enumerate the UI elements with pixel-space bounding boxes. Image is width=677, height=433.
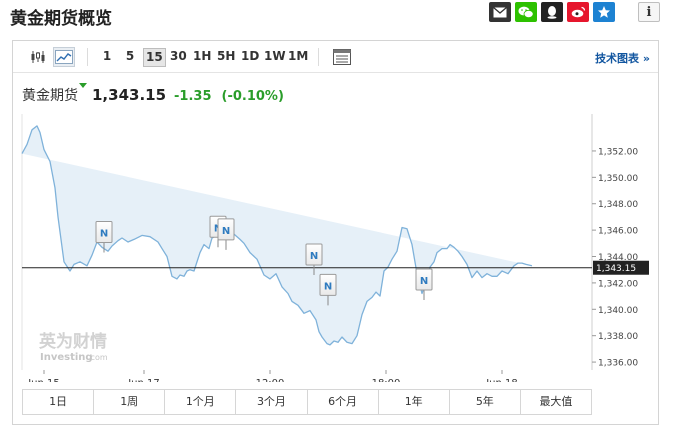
mail-icon[interactable] bbox=[489, 2, 511, 22]
range-6m[interactable]: 6个月 bbox=[307, 390, 379, 414]
range-3m[interactable]: 3个月 bbox=[236, 390, 308, 414]
news-marker-label: N bbox=[100, 229, 108, 240]
news-marker-label: N bbox=[420, 276, 428, 287]
news-marker[interactable]: N bbox=[217, 218, 235, 250]
y-tick-label: 1,340.00 bbox=[598, 306, 638, 316]
interval-1h[interactable]: 1H bbox=[191, 48, 213, 67]
y-tick-label: 1,344.00 bbox=[598, 253, 638, 263]
news-marker[interactable]: N bbox=[415, 268, 433, 301]
chart-toolbar: 1 5 15 30 1H 5H 1D 1W 1M 技术图表 » bbox=[13, 41, 658, 73]
candlestick-icon[interactable] bbox=[27, 47, 49, 67]
x-tick-label: 12:00 bbox=[256, 378, 285, 382]
range-1w[interactable]: 1周 bbox=[94, 390, 166, 414]
interval-1w[interactable]: 1W bbox=[262, 48, 288, 67]
y-tick-label: 1,346.00 bbox=[598, 227, 638, 237]
news-marker-label: N bbox=[310, 251, 318, 262]
interval-15[interactable]: 15 bbox=[143, 48, 166, 67]
interval-1m[interactable]: 1M bbox=[286, 48, 310, 67]
range-1m[interactable]: 1个月 bbox=[165, 390, 237, 414]
quote-price: 1,343.15 bbox=[92, 86, 167, 104]
x-tick-label: Jun 17 bbox=[127, 378, 160, 382]
watermark-logo-suffix: .com bbox=[88, 353, 108, 362]
interval-30[interactable]: 30 bbox=[168, 48, 189, 67]
quote-header: 黄金期货 1,343.15 -1.35 (-0.10%) bbox=[22, 83, 284, 105]
x-tick-label: 18:00 bbox=[372, 378, 401, 382]
chart-widget: 1 5 15 30 1H 5H 1D 1W 1M 技术图表 » 黄金期货 1,34… bbox=[12, 40, 659, 425]
y-tick-label: 1,336.00 bbox=[598, 359, 638, 369]
table-icon[interactable] bbox=[331, 47, 353, 67]
range-selector: 1日 1周 1个月 3个月 6个月 1年 5年 最大值 bbox=[22, 389, 592, 415]
range-5y[interactable]: 5年 bbox=[449, 390, 521, 414]
watermark-logo-cn: 英为财情 bbox=[39, 331, 107, 352]
quote-change-percent: (-0.10%) bbox=[221, 89, 284, 104]
star-icon[interactable] bbox=[593, 2, 615, 22]
range-max[interactable]: 最大值 bbox=[520, 390, 591, 414]
watermark-logo-en: Investing bbox=[40, 352, 93, 363]
share-bar bbox=[489, 2, 619, 22]
y-tick-label: 1,338.00 bbox=[598, 332, 638, 342]
quote-change: -1.35 bbox=[174, 89, 212, 104]
info-icon-label: i bbox=[646, 4, 652, 20]
wechat-icon[interactable] bbox=[515, 2, 537, 22]
interval-1[interactable]: 1 bbox=[99, 48, 115, 67]
toolbar-separator bbox=[318, 48, 319, 66]
y-tick-label: 1,350.00 bbox=[598, 174, 638, 184]
y-tick-label: 1,342.00 bbox=[598, 279, 638, 289]
qq-icon[interactable] bbox=[541, 2, 563, 22]
range-1y[interactable]: 1年 bbox=[378, 390, 450, 414]
tech-chart-link[interactable]: 技术图表 » bbox=[595, 50, 650, 66]
quote-name: 黄金期货 bbox=[22, 88, 78, 104]
x-tick-label: Jun 15 bbox=[27, 378, 60, 382]
range-1d[interactable]: 1日 bbox=[23, 390, 95, 414]
price-chart[interactable]: 英为财情Investing.com 1,343.15 NNNNNN 1,352.… bbox=[13, 107, 658, 382]
y-tick-label: 1,352.00 bbox=[598, 147, 638, 157]
page-title: 黄金期货概览 bbox=[10, 9, 112, 29]
area-chart-icon[interactable] bbox=[53, 47, 75, 67]
weibo-icon[interactable] bbox=[567, 2, 589, 22]
down-arrow-icon bbox=[79, 83, 87, 88]
news-marker-label: N bbox=[324, 281, 332, 292]
y-tick-label: 1,348.00 bbox=[598, 200, 638, 210]
info-icon[interactable]: i bbox=[638, 2, 660, 22]
interval-1d[interactable]: 1D bbox=[239, 48, 261, 67]
interval-5h[interactable]: 5H bbox=[215, 48, 237, 67]
toolbar-separator bbox=[87, 48, 88, 66]
interval-5[interactable]: 5 bbox=[122, 48, 138, 67]
current-price-label: 1,343.15 bbox=[596, 264, 636, 274]
news-marker-label: N bbox=[222, 226, 230, 237]
x-tick-label: Jun 18 bbox=[485, 378, 518, 382]
